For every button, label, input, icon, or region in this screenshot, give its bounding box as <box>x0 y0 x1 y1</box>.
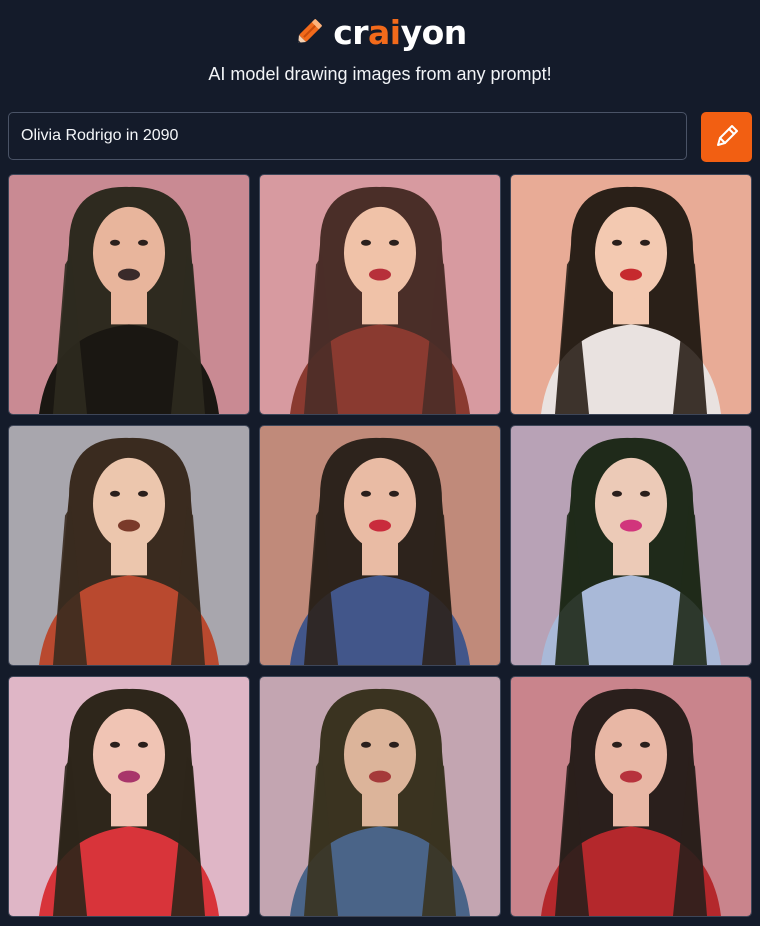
prompt-input[interactable] <box>8 112 687 160</box>
pencil-icon <box>713 122 741 153</box>
result-image[interactable] <box>510 676 752 917</box>
header: craiyon AI model drawing images from any… <box>0 0 760 110</box>
craiyon-logo[interactable]: craiyon <box>0 10 760 54</box>
draw-button[interactable] <box>701 112 752 162</box>
brand-suffix: yon <box>400 12 468 52</box>
result-image[interactable] <box>8 174 250 415</box>
result-image[interactable] <box>8 425 250 666</box>
result-image[interactable] <box>8 676 250 917</box>
brand-name: craiyon <box>333 13 467 52</box>
tagline: AI model drawing images from any prompt! <box>208 64 552 84</box>
result-image[interactable] <box>510 425 752 666</box>
prompt-bar <box>8 112 752 162</box>
brand-prefix: cr <box>333 12 369 52</box>
result-image[interactable] <box>510 174 752 415</box>
pencil-logo-icon <box>293 12 329 53</box>
results-grid <box>8 174 752 918</box>
result-image[interactable] <box>259 174 501 415</box>
result-image[interactable] <box>259 425 501 666</box>
brand-ai: ai <box>368 12 401 52</box>
result-image[interactable] <box>259 676 501 917</box>
